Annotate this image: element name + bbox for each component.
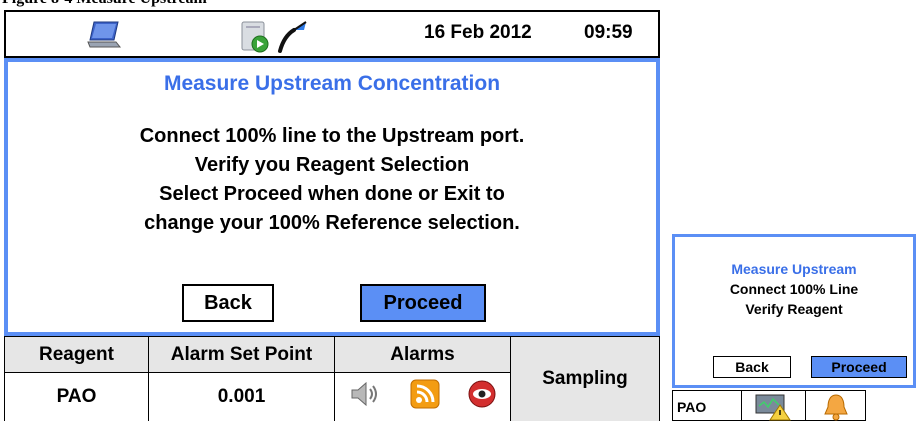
- eye-alarm-icon[interactable]: [467, 379, 497, 415]
- status-time: 09:59: [584, 22, 633, 43]
- main-screen: 16 Feb 2012 09:59 Measure Upstream Conce…: [4, 10, 660, 421]
- rss-icon[interactable]: [410, 379, 440, 415]
- mini-line: Verify Reagent: [745, 301, 843, 317]
- laptop-icon[interactable]: [86, 20, 122, 55]
- dialog-message: Connect 100% line to the Upstream port. …: [8, 122, 656, 238]
- status-bar: 16 Feb 2012 09:59: [4, 10, 660, 58]
- proceed-button[interactable]: Proceed: [360, 284, 486, 322]
- mini-bell-cell[interactable]: [806, 390, 866, 421]
- dialog-line: Verify you Reagent Selection: [194, 154, 470, 176]
- mini-proceed-button[interactable]: Proceed: [811, 356, 907, 378]
- reagent-value[interactable]: PAO: [4, 372, 149, 421]
- reagent-header: Reagent: [4, 336, 149, 373]
- mini-bottom-bar: PAO: [672, 390, 916, 421]
- mini-screen: Measure Upstream Connect 100% Line Verif…: [672, 234, 916, 421]
- bell-icon[interactable]: [822, 392, 850, 421]
- mini-dialog: Measure Upstream Connect 100% Line Verif…: [672, 234, 916, 388]
- mini-monitor-cell[interactable]: [742, 390, 806, 421]
- measure-upstream-dialog: Measure Upstream Concentration Connect 1…: [4, 58, 660, 336]
- mini-line: Connect 100% Line: [729, 281, 859, 297]
- info-table: Reagent Alarm Set Point Alarms Sampling …: [4, 336, 660, 421]
- dialog-line: Select Proceed when done or Exit to: [159, 183, 505, 205]
- mini-back-button[interactable]: Back: [713, 356, 791, 378]
- alarms-header: Alarms: [334, 336, 511, 373]
- alarm-set-point-header: Alarm Set Point: [148, 336, 335, 373]
- table-header-row: Reagent Alarm Set Point Alarms Sampling: [4, 336, 660, 421]
- back-button[interactable]: Back: [182, 284, 274, 322]
- alarm-set-point-value[interactable]: 0.001: [148, 372, 335, 421]
- document-upload-icon[interactable]: [238, 18, 328, 59]
- speaker-icon[interactable]: [349, 379, 383, 415]
- mini-title: Measure Upstream: [731, 261, 857, 277]
- dialog-line: change your 100% Reference selection.: [144, 212, 520, 234]
- monitor-warning-icon[interactable]: [754, 393, 794, 421]
- mini-reagent[interactable]: PAO: [672, 390, 742, 421]
- figure-caption: Figure 8-4 Measure Upstream: [2, 0, 402, 10]
- dialog-title: Measure Upstream Concentration: [163, 72, 501, 95]
- sampling-button[interactable]: Sampling: [510, 336, 660, 421]
- dialog-line: Connect 100% line to the Upstream port.: [139, 125, 525, 147]
- status-date: 16 Feb 2012: [424, 22, 532, 43]
- alarms-cell: [334, 372, 511, 421]
